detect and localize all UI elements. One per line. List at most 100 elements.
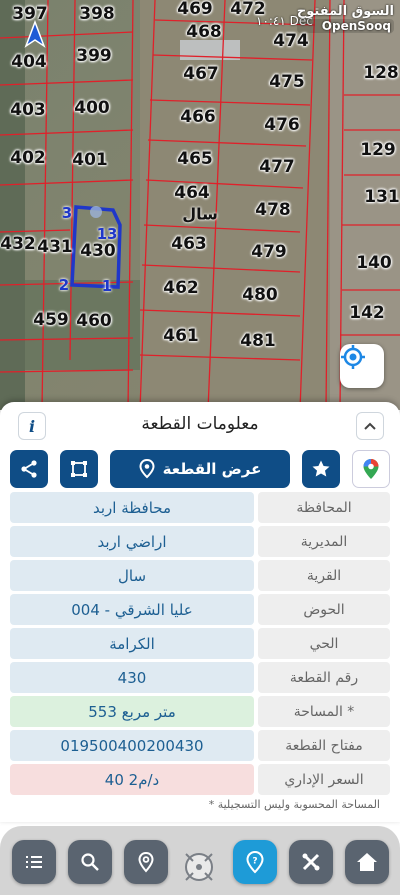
crosshair-icon (341, 345, 365, 369)
map-pin-icon (139, 459, 155, 479)
polygon-icon (71, 461, 87, 477)
info-value: 019500400200430 (10, 730, 254, 761)
bottom-toolbar: ? (0, 826, 400, 895)
tools-button[interactable] (289, 840, 333, 884)
plot-number-label[interactable]: 476 (264, 115, 300, 135)
list-icon (26, 856, 42, 868)
plot-number-label[interactable]: 432 (0, 234, 36, 254)
google-maps-icon (363, 459, 379, 479)
location-pin-button[interactable] (124, 840, 168, 884)
corner-label: 13 (96, 225, 118, 243)
plot-number-label[interactable]: 480 (242, 285, 278, 305)
info-label: الحوض (258, 594, 390, 625)
plot-number-label[interactable]: 467 (183, 64, 219, 84)
plot-number-label[interactable]: 430 (80, 241, 116, 261)
info-value: 40 د/م2 (10, 764, 254, 795)
favorite-button[interactable] (302, 450, 340, 488)
plot-number-label[interactable]: 402 (10, 148, 46, 168)
info-label: السعر الإداري (258, 764, 390, 795)
menu-button[interactable] (12, 840, 56, 884)
plot-number-label[interactable]: 404 (11, 52, 47, 72)
compass-dial-button[interactable] (176, 844, 222, 890)
info-value: محافظة اربد (10, 492, 254, 523)
chevron-up-icon (364, 422, 376, 430)
collapse-button[interactable] (356, 412, 384, 440)
share-button[interactable] (10, 450, 48, 488)
info-row-plot-number: 430 رقم القطعة (10, 662, 390, 693)
google-maps-button[interactable] (352, 450, 390, 488)
plot-number-label[interactable]: 142 (349, 303, 385, 323)
search-icon (81, 853, 99, 871)
plot-number-label[interactable]: 460 (76, 311, 112, 331)
plot-number-label[interactable]: 463 (171, 234, 207, 254)
info-value: الكرامة (10, 628, 254, 659)
home-icon (357, 853, 377, 871)
plot-number-label[interactable]: 472 (230, 0, 266, 19)
plot-number-label[interactable]: 140 (356, 253, 392, 273)
plot-number-label[interactable]: 398 (79, 4, 115, 24)
star-icon (312, 460, 330, 477)
info-value: عليا الشرقي - 004 (10, 594, 254, 625)
info-label: المحافظة (258, 492, 390, 523)
plot-number-label[interactable]: 403 (10, 100, 46, 120)
plot-number-label[interactable]: 464 (174, 183, 210, 203)
plot-number-label[interactable]: 468 (186, 22, 222, 42)
svg-text:?: ? (252, 857, 257, 867)
corner-label: 1 (101, 277, 113, 295)
map-view[interactable]: ١٠:٤١ Dec السوق المفتوح OpenSooq 397 398 4… (0, 0, 400, 410)
info-label: مفتاح القطعة (258, 730, 390, 761)
info-row-plot-key: 019500400200430 مفتاح القطعة (10, 730, 390, 761)
pin-question-icon: ? (246, 850, 264, 874)
plot-number-label[interactable]: 397 (12, 4, 48, 24)
location-pin-icon (138, 851, 154, 873)
show-plot-button[interactable]: عرض القطعة (110, 450, 290, 488)
plot-number-label[interactable]: 475 (269, 72, 305, 92)
plot-info-panel: i معلومات القطعة عرض القطعة محافظة اربد … (0, 402, 400, 822)
plot-number-label[interactable]: 461 (163, 326, 199, 346)
plot-number-label[interactable]: 399 (76, 46, 112, 66)
plot-number-label[interactable]: 462 (163, 278, 199, 298)
locate-me-button[interactable] (340, 344, 384, 388)
search-button[interactable] (68, 840, 112, 884)
plot-number-label[interactable]: 479 (251, 242, 287, 262)
plot-number-label[interactable]: 469 (177, 0, 213, 19)
info-value: 553 متر مربع (10, 696, 254, 727)
help-location-button[interactable]: ? (233, 840, 277, 884)
info-value: 430 (10, 662, 254, 693)
plot-number-label[interactable]: 128 (363, 63, 399, 83)
info-label: رقم القطعة (258, 662, 390, 693)
info-row-area: 553 متر مربع المساحة * (10, 696, 390, 727)
plot-number-label[interactable]: 131 (364, 187, 400, 207)
info-row-village: سال القرية (10, 560, 390, 591)
info-row-basin: عليا الشرقي - 004 الحوض (10, 594, 390, 625)
info-label: المديرية (258, 526, 390, 557)
plot-number-label[interactable]: 465 (177, 149, 213, 169)
info-row-neighborhood: الكرامة الحي (10, 628, 390, 659)
plot-number-label[interactable]: 401 (72, 150, 108, 170)
info-value: سال (10, 560, 254, 591)
tools-icon (302, 853, 320, 871)
info-label: الحي (258, 628, 390, 659)
village-label: سال (182, 204, 218, 224)
plot-number-label[interactable]: 129 (360, 140, 396, 160)
plot-number-label[interactable]: 474 (273, 31, 309, 51)
share-icon (21, 460, 37, 478)
info-label: المساحة * (258, 696, 390, 727)
home-button[interactable] (345, 840, 389, 884)
area-footnote: * المساحة المحسوبة وليس التسجيلية (208, 798, 380, 811)
info-row-governorate: محافظة اربد المحافظة (10, 492, 390, 523)
watermark-logo: السوق المفتوح OpenSooq (296, 4, 394, 33)
info-label: القرية (258, 560, 390, 591)
plot-number-label[interactable]: 431 (37, 237, 73, 257)
plot-number-label[interactable]: 459 (33, 310, 69, 330)
plot-number-label[interactable]: 466 (180, 107, 216, 127)
draw-polygon-button[interactable] (60, 450, 98, 488)
info-row-admin-price: 40 د/م2 السعر الإداري (10, 764, 390, 795)
corner-label: 3 (61, 204, 73, 222)
plot-number-label[interactable]: 477 (259, 157, 295, 177)
plot-number-label[interactable]: 400 (74, 98, 110, 118)
plot-number-label[interactable]: 481 (240, 331, 276, 351)
panel-title: معلومات القطعة (141, 414, 259, 434)
compass-dial-icon (185, 853, 213, 881)
plot-number-label[interactable]: 478 (255, 200, 291, 220)
